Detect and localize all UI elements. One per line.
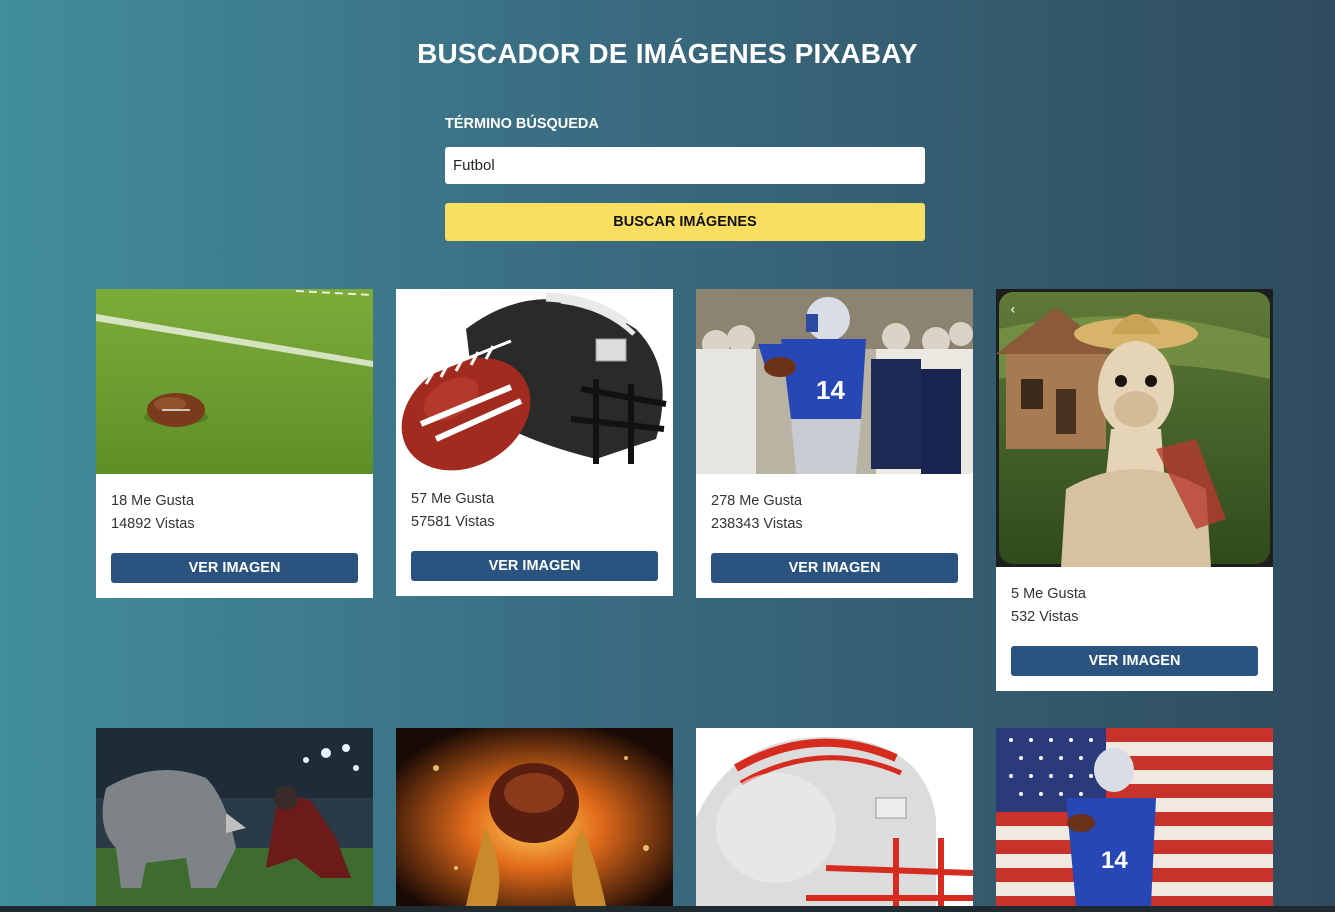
result-card xyxy=(696,728,973,906)
window-bottom-edge xyxy=(0,906,1335,912)
quarterback-us-flag-image: 14 xyxy=(996,728,1273,906)
result-card: ‹ 5 Me Gusta 532 Vistas VER IMAGEN xyxy=(996,289,1273,691)
views-count: 57581 Vistas xyxy=(411,513,495,530)
likes-count: 5 Me Gusta xyxy=(1011,586,1086,602)
player-in-flames-image xyxy=(396,728,673,906)
likes-count: 57 Me Gusta xyxy=(411,491,495,507)
football-and-helmet-image xyxy=(396,289,673,472)
search-term-label: TÉRMINO BÚSQUEDA xyxy=(445,116,599,132)
views-count: 238343 Vistas xyxy=(711,515,803,532)
views-count: 532 Vistas xyxy=(1011,608,1079,625)
white-red-helmet-image xyxy=(696,728,973,906)
svg-text:‹: ‹ xyxy=(1010,302,1016,318)
result-card: 14 xyxy=(996,728,1273,906)
likes-count: 18 Me Gusta xyxy=(111,493,195,509)
result-card xyxy=(96,728,373,906)
view-image-button[interactable]: VER IMAGEN xyxy=(111,553,358,583)
result-card xyxy=(396,728,673,906)
llama-with-sombrero-image: ‹ xyxy=(996,289,1273,567)
view-image-button[interactable]: VER IMAGEN xyxy=(1011,646,1258,676)
view-image-button[interactable]: VER IMAGEN xyxy=(711,553,958,583)
page-title: BUSCADOR DE IMÁGENES PIXABAY xyxy=(417,38,918,69)
search-images-button[interactable]: BUSCAR IMÁGENES xyxy=(445,203,925,241)
result-card: 18 Me Gusta 14892 Vistas VER IMAGEN xyxy=(96,289,373,598)
football-on-field-image xyxy=(96,289,373,474)
result-card: 14 278 Me Gusta 238343 Vistas VER IMAGEN xyxy=(696,289,973,598)
likes-count: 278 Me Gusta xyxy=(711,493,803,509)
result-card: 57 Me Gusta 57581 Vistas VER IMAGEN xyxy=(396,289,673,596)
svg-text:14: 14 xyxy=(816,375,845,405)
rhino-vs-player-image xyxy=(96,728,373,906)
search-input[interactable] xyxy=(445,147,925,184)
svg-text:14: 14 xyxy=(1101,847,1128,874)
quarterback-throwing-image: 14 xyxy=(696,289,973,474)
view-image-button[interactable]: VER IMAGEN xyxy=(411,551,658,581)
views-count: 14892 Vistas xyxy=(111,515,195,532)
